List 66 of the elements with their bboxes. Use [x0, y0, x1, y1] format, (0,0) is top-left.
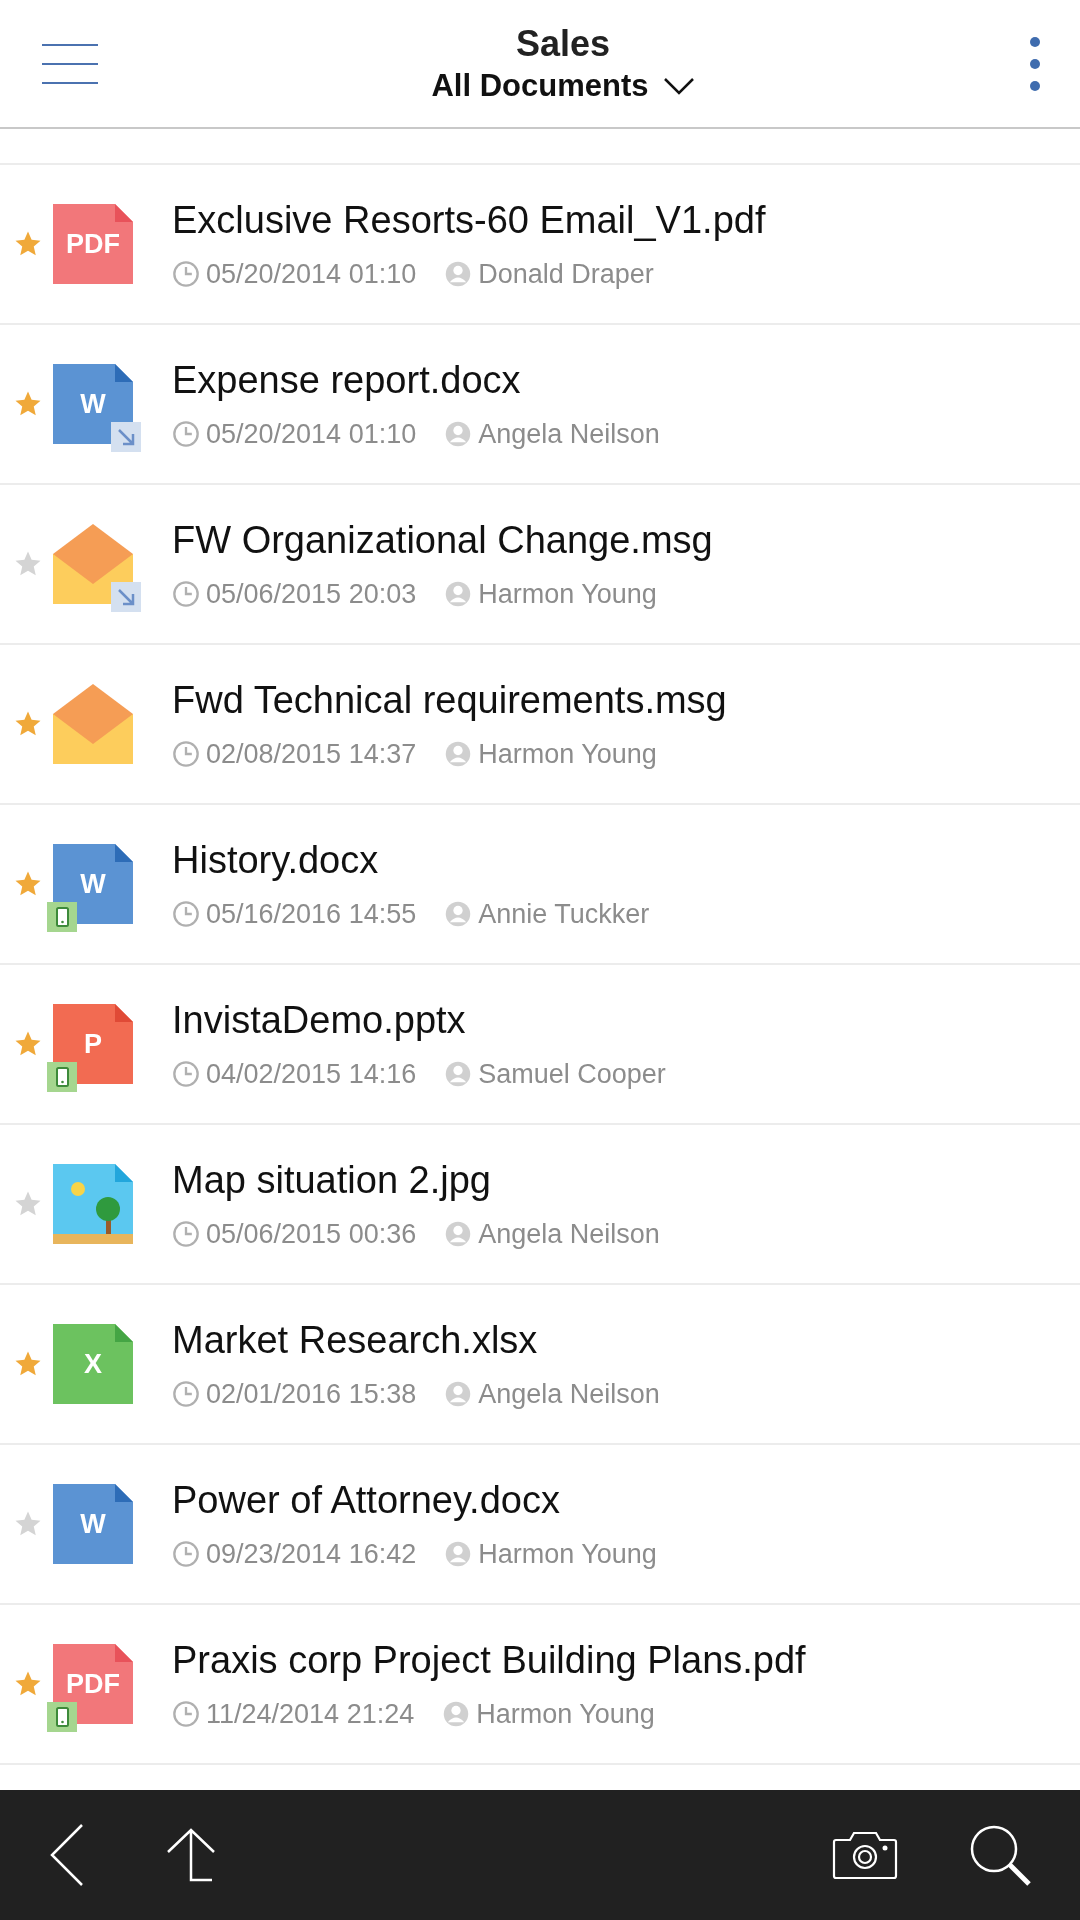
document-name[interactable]: FW Organizational Change.msg — [172, 517, 713, 563]
header-title: Sales — [515, 21, 611, 66]
modified-date: 09/23/2014 16:42 — [206, 1538, 417, 1571]
modified-date: 02/08/2015 14:37 — [206, 738, 417, 771]
clock-icon — [172, 1700, 200, 1728]
search-icon[interactable] — [968, 1823, 1032, 1887]
author-name: Harmon Young — [478, 738, 657, 771]
clock-icon — [172, 900, 200, 928]
modified-date: 02/01/2016 15:38 — [206, 1378, 417, 1411]
modified-date: 05/06/2015 00:36 — [206, 1218, 417, 1251]
author-name: Harmon Young — [478, 1538, 657, 1571]
clock-icon — [172, 1380, 200, 1408]
user-icon — [442, 1700, 471, 1728]
user-icon — [444, 740, 473, 768]
user-icon — [444, 1220, 473, 1248]
modified-date: 11/24/2014 21:24 — [206, 1698, 415, 1731]
clock-icon — [172, 1060, 200, 1088]
clock-icon — [172, 740, 200, 768]
back-icon[interactable] — [48, 1823, 86, 1887]
user-icon — [444, 1540, 473, 1568]
chevron-down-icon — [662, 76, 695, 95]
author-name: Samuel Cooper — [478, 1058, 666, 1091]
clock-icon — [172, 260, 200, 288]
clock-icon — [172, 580, 200, 608]
menu-button[interactable] — [42, 43, 98, 84]
file-type-label: X — [83, 1347, 103, 1381]
file-type-label: W — [79, 387, 107, 421]
author-name: Angela Neilson — [478, 1378, 660, 1411]
document-name[interactable]: Fwd Technical requirements.msg — [172, 677, 727, 723]
user-icon — [444, 1380, 473, 1408]
document-name[interactable]: Power of Attorney.docx — [172, 1477, 657, 1523]
user-icon — [444, 260, 473, 288]
author-name: Annie Tuckker — [478, 898, 650, 931]
document-name[interactable]: History.docx — [172, 837, 650, 883]
file-type-label: PDF — [65, 1667, 121, 1701]
clock-icon — [172, 420, 200, 448]
modified-date: 05/06/2015 20:03 — [206, 578, 417, 611]
camera-icon[interactable] — [832, 1830, 898, 1880]
file-type-label: PDF — [65, 227, 121, 261]
modified-date: 05/20/2014 01:10 — [206, 258, 417, 291]
document-name[interactable]: Map situation 2.jpg — [172, 1157, 660, 1203]
author-name: Angela Neilson — [478, 1218, 660, 1251]
clock-icon — [172, 1540, 200, 1568]
author-name: Donald Draper — [478, 258, 654, 291]
user-icon — [444, 1060, 473, 1088]
file-type-label: W — [79, 1507, 107, 1541]
author-name: Harmon Young — [476, 1698, 655, 1731]
document-name[interactable]: Exclusive Resorts-60 Email_V1.pdf — [172, 197, 766, 243]
user-icon — [444, 420, 473, 448]
modified-date: 04/02/2015 14:16 — [206, 1058, 417, 1091]
modified-date: 05/20/2014 01:10 — [206, 418, 417, 451]
author-name: Angela Neilson — [478, 418, 660, 451]
author-name: Harmon Young — [478, 578, 657, 611]
document-name[interactable]: Market Research.xlsx — [172, 1317, 660, 1363]
view-dropdown[interactable]: All Documents — [431, 65, 695, 106]
clock-icon — [172, 1220, 200, 1248]
file-type-label: W — [79, 867, 107, 901]
user-icon — [444, 900, 473, 928]
upload-arrow-icon[interactable] — [166, 1828, 216, 1882]
more-options-icon[interactable] — [1028, 34, 1042, 93]
user-icon — [444, 580, 473, 608]
document-name[interactable]: InvistaDemo.pptx — [172, 997, 666, 1043]
document-name[interactable]: Praxis corp Project Building Plans.pdf — [172, 1637, 806, 1683]
modified-date: 05/16/2016 14:55 — [206, 898, 417, 931]
document-name[interactable]: Expense report.docx — [172, 357, 660, 403]
file-type-label: P — [83, 1027, 103, 1061]
